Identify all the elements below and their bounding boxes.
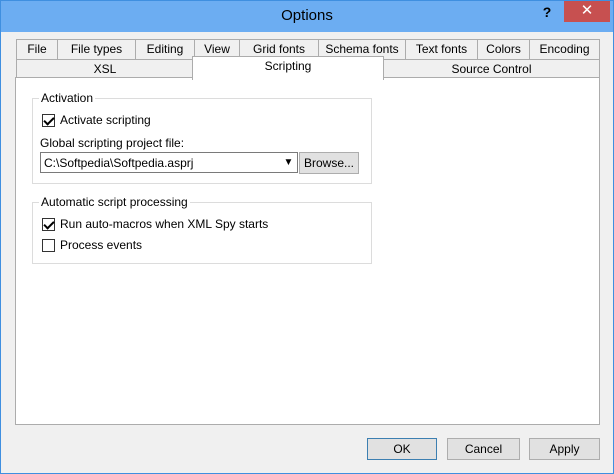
ok-button[interactable]: OK <box>367 438 437 460</box>
browse-button[interactable]: Browse... <box>299 152 359 174</box>
project-file-label: Global scripting project file: <box>40 136 185 150</box>
tab-encoding[interactable]: Encoding <box>529 39 600 59</box>
tab-file[interactable]: File <box>16 39 58 59</box>
tab-colors[interactable]: Colors <box>477 39 530 59</box>
project-file-combo[interactable]: C:\Softpedia\Softpedia.asprj ▼ <box>40 152 298 173</box>
options-window: Options ? ✕ File File types Editing View… <box>0 0 614 474</box>
apply-button[interactable]: Apply <box>529 438 600 460</box>
scripting-panel: Activation Activate scripting Global scr… <box>15 77 600 425</box>
tab-file-types[interactable]: File types <box>57 39 136 59</box>
process-events-label: Process events <box>60 238 143 252</box>
tab-text-fonts[interactable]: Text fonts <box>405 39 478 59</box>
process-events-checkbox[interactable] <box>42 239 55 252</box>
help-button[interactable]: ? <box>536 3 558 23</box>
project-file-value: C:\Softpedia\Softpedia.asprj <box>44 156 194 170</box>
cancel-button[interactable]: Cancel <box>447 438 520 460</box>
tab-scripting[interactable]: Scripting <box>192 56 384 80</box>
close-button[interactable]: ✕ <box>564 1 610 22</box>
window-title: Options <box>281 7 333 24</box>
chevron-down-icon[interactable]: ▼ <box>280 153 297 172</box>
tab-source-control[interactable]: Source Control <box>383 59 600 79</box>
run-macros-checkbox[interactable] <box>42 218 55 231</box>
activation-group-title: Activation <box>39 91 96 105</box>
tab-xsl[interactable]: XSL <box>16 59 194 79</box>
activate-scripting-label: Activate scripting <box>60 113 151 127</box>
tab-editing[interactable]: Editing <box>135 39 195 59</box>
auto-processing-group: Automatic script processing <box>32 195 372 264</box>
auto-processing-group-title: Automatic script processing <box>39 195 190 209</box>
run-macros-label: Run auto-macros when XML Spy starts <box>60 217 269 231</box>
activate-scripting-checkbox[interactable] <box>42 114 55 127</box>
title-bar[interactable]: Options ? ✕ <box>1 1 613 32</box>
